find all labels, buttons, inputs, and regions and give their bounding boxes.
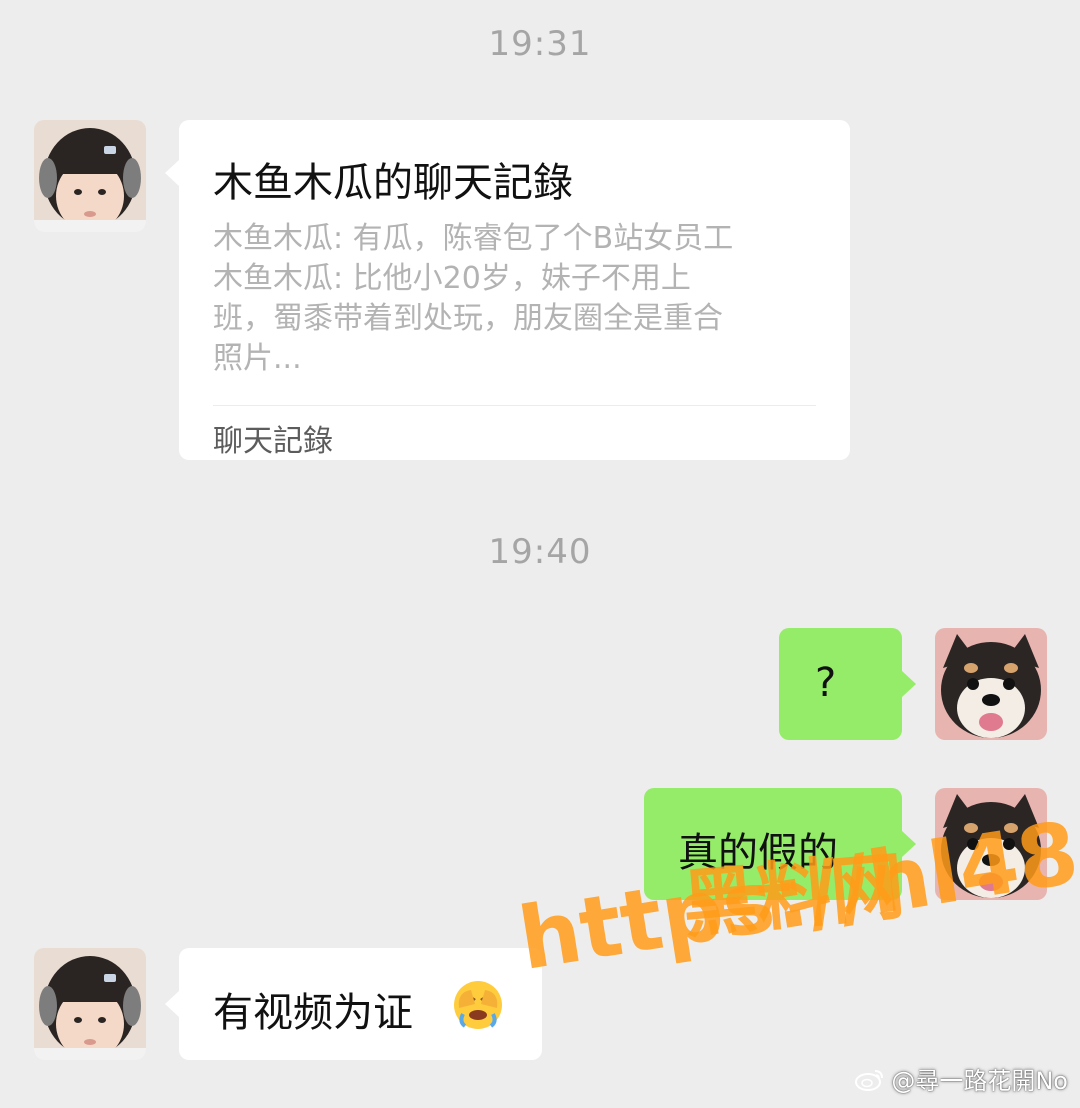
weibo-username: @尋一路花開No [891,1067,1068,1095]
message-text: 有视频为证 [213,990,413,1036]
chat-history-preview-line: 照片... [213,341,302,376]
contact-avatar[interactable] [34,948,146,1060]
card-divider [213,405,816,406]
bubble-tail [165,991,179,1017]
bubble-tail [902,671,916,697]
incoming-message-bubble[interactable]: 有视频为证 [179,948,542,1060]
self-avatar[interactable] [935,628,1047,740]
chat-history-preview-line: 木鱼木瓜: 比他小20岁，妹子不用上 [213,261,691,296]
message-text: ? [815,660,837,706]
chat-history-title: 木鱼木瓜的聊天記錄 [213,160,573,206]
chat-history-preview-line: 木鱼木瓜: 有瓜，陈睿包了个B站女员工 [213,221,734,256]
contact-avatar[interactable] [34,120,146,232]
timestamp-1: 19:31 [488,24,592,64]
chat-history-card[interactable]: 木鱼木瓜的聊天記錄 木鱼木瓜: 有瓜，陈睿包了个B站女员工 木鱼木瓜: 比他小2… [179,120,850,460]
weibo-logo-icon [855,1069,884,1091]
weibo-watermark: @尋一路花開No [855,1061,1068,1096]
child-avatar-image [34,948,146,1060]
facepalm-emoji-icon [454,981,502,1029]
shiba-dog-avatar-image [935,628,1047,740]
child-avatar-image [34,120,146,232]
outgoing-message-bubble[interactable]: ? [779,628,902,740]
chat-history-preview-line: 班，蜀黍带着到处玩，朋友圈全是重合 [213,301,723,336]
chat-history-label: 聊天記錄 [213,424,333,459]
timestamp-2: 19:40 [488,532,592,572]
bubble-tail [165,160,179,186]
